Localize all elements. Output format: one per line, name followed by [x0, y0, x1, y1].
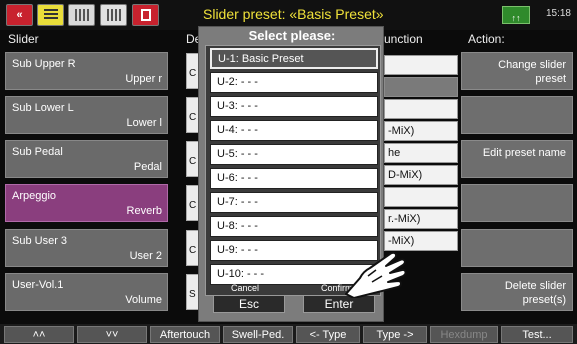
preset-list-item[interactable]: U-6: - - -	[210, 168, 378, 189]
tempo-button[interactable]: ↑↑	[502, 6, 530, 24]
slider-function: Lower l	[126, 117, 162, 129]
action-button-empty[interactable]	[461, 229, 573, 267]
function-field[interactable]: he	[384, 143, 458, 163]
cancel-label: Cancel	[231, 283, 260, 293]
double-up-chevron-icon: ˄˄	[32, 328, 46, 341]
scroll-up-button[interactable]: ˄˄	[4, 326, 74, 343]
registration-button[interactable]	[37, 4, 64, 26]
slider-item[interactable]: User-Vol.1 Volume	[5, 273, 168, 311]
slider-function: Upper r	[125, 73, 162, 85]
column-header-slider: Slider	[8, 32, 39, 46]
scroll-down-button[interactable]: ˅˅	[77, 326, 147, 343]
slider-name: Sub User 3	[12, 235, 68, 247]
preset-list-item[interactable]: U-7: - - -	[210, 192, 378, 213]
function-field[interactable]	[384, 99, 458, 119]
column-header-action: Action:	[468, 32, 505, 46]
slider-name: Sub Upper R	[12, 58, 76, 70]
preset-list-item[interactable]: U-8: - - -	[210, 216, 378, 237]
bottom-bar: ˄˄ ˅˅ Aftertouch Swell-Ped. <- Type Type…	[0, 324, 577, 344]
type-right-button[interactable]: Type ->	[363, 326, 427, 343]
slider-name: User-Vol.1	[12, 279, 64, 291]
dialog-title: Select please:	[248, 28, 336, 43]
slider-item[interactable]: Sub Lower L Lower l	[5, 96, 168, 134]
edit-preset-name-button[interactable]: Edit preset name	[461, 140, 573, 178]
swell-pedal-button[interactable]: Swell-Ped.	[223, 326, 293, 343]
preset-list-item[interactable]: U-4: - - -	[210, 120, 378, 141]
box-icon	[140, 9, 151, 21]
clock: 15:18	[545, 8, 571, 19]
edit-button[interactable]	[68, 4, 95, 26]
action-button-empty[interactable]	[461, 96, 573, 134]
function-field[interactable]	[384, 187, 458, 207]
esc-button[interactable]: Esc	[213, 295, 285, 313]
action-button-empty[interactable]	[461, 184, 573, 222]
preset-list-item[interactable]: U-5: - - -	[210, 144, 378, 165]
preset-list-item-selected[interactable]: U-1: Basic Preset	[210, 48, 378, 69]
double-left-chevron-icon: «	[16, 9, 23, 21]
slider-function: Reverb	[126, 205, 162, 217]
test-button[interactable]: Test...	[501, 326, 573, 343]
slider-name: Arpeggio	[12, 190, 57, 202]
preset-list-item[interactable]: U-3: - - -	[210, 96, 378, 117]
sliders-icon	[74, 9, 89, 21]
slider-item[interactable]: Sub Upper R Upper r	[5, 52, 168, 90]
slider-name: Sub Lower L	[12, 102, 74, 114]
function-field[interactable]: -MiX)	[384, 121, 458, 141]
hexdump-button: Hexdump	[430, 326, 498, 343]
aftertouch-button[interactable]: Aftertouch	[150, 326, 220, 343]
tempo-icon: ↑↑	[511, 13, 521, 23]
pointing-hand-icon	[345, 251, 407, 298]
function-field[interactable]	[384, 55, 458, 75]
slider-name: Sub Pedal	[12, 146, 63, 158]
grid-icon	[106, 9, 121, 21]
type-left-button[interactable]: <- Type	[296, 326, 360, 343]
preset-list-item[interactable]: U-2: - - -	[210, 72, 378, 93]
change-slider-preset-button[interactable]: Change slider preset	[461, 52, 573, 90]
back-button[interactable]: «	[6, 4, 33, 26]
record-button[interactable]	[132, 4, 159, 26]
slider-function: Volume	[125, 294, 162, 306]
slider-item[interactable]: Sub User 3 User 2	[5, 229, 168, 267]
function-field[interactable]: r.-MiX)	[384, 209, 458, 229]
page-title: Slider preset: «Basis Preset»	[203, 6, 384, 22]
double-down-chevron-icon: ˅˅	[105, 328, 119, 341]
function-field[interactable]	[384, 77, 458, 97]
list-icon	[43, 9, 58, 21]
column-header-function: unction	[384, 32, 423, 46]
settings-button[interactable]	[100, 4, 127, 26]
slider-item-selected[interactable]: Arpeggio Reverb	[5, 184, 168, 222]
delete-slider-preset-button[interactable]: Delete slider preset(s)	[461, 273, 573, 311]
slider-item[interactable]: Sub Pedal Pedal	[5, 140, 168, 178]
slider-function: Pedal	[133, 161, 162, 173]
function-field[interactable]: D-MiX)	[384, 165, 458, 185]
slider-function: User 2	[129, 250, 162, 262]
